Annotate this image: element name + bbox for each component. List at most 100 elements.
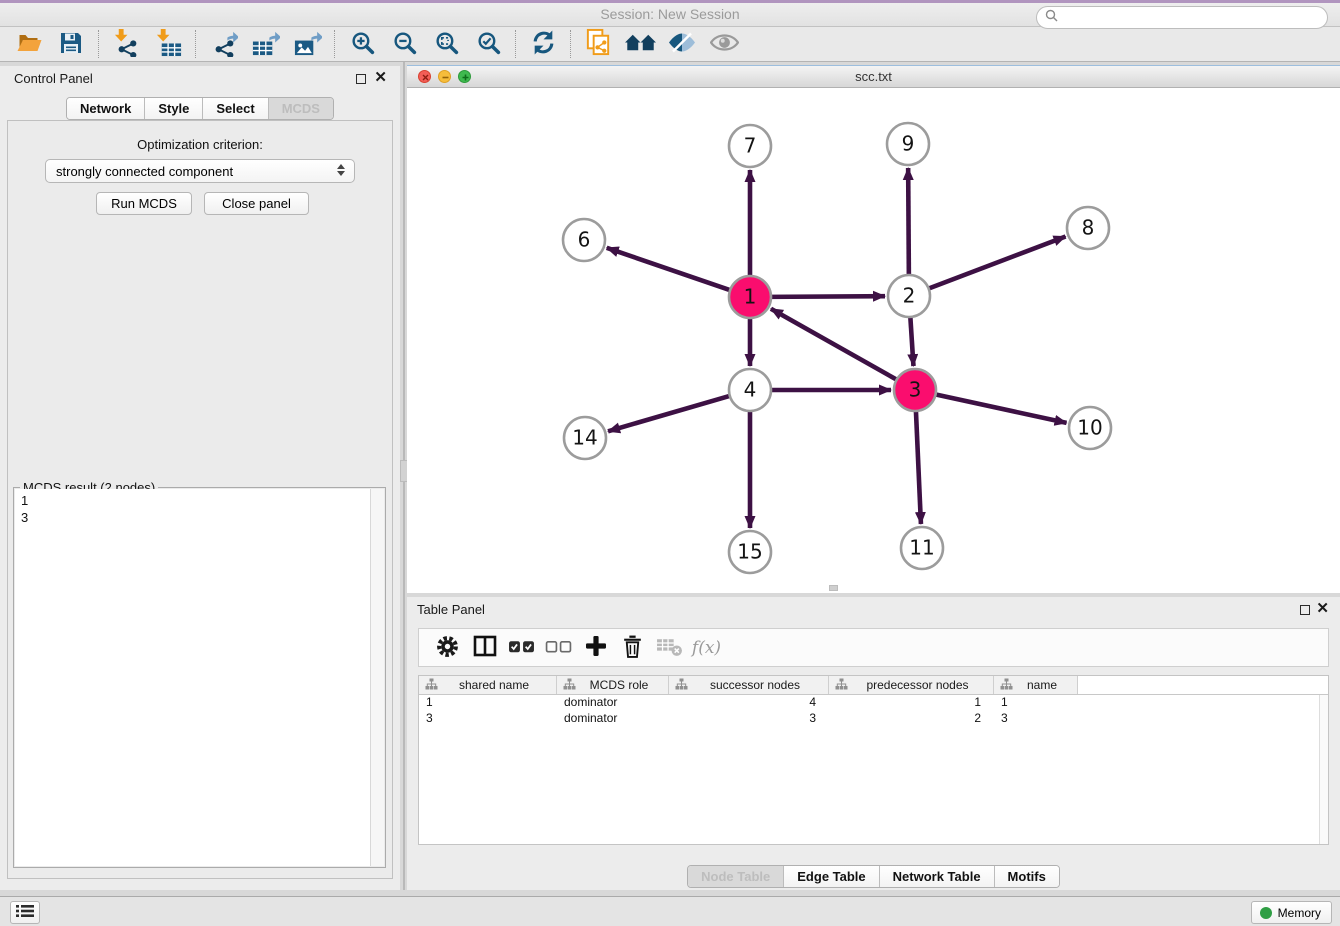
criterion-dropdown[interactable]: strongly connected component xyxy=(45,159,355,183)
column-header-MCDS-role[interactable]: MCDS role xyxy=(557,676,669,694)
cell-MCDS-role[interactable]: dominator xyxy=(557,711,669,727)
table-scrollbar[interactable] xyxy=(1319,695,1328,844)
export-image-button[interactable] xyxy=(286,28,328,60)
table-panel-titlebar: Table Panel ✕ xyxy=(407,597,1340,623)
graph-node-6[interactable]: 6 xyxy=(563,219,605,261)
save-session-button[interactable] xyxy=(50,28,92,60)
table-tab-node-table[interactable]: Node Table xyxy=(688,866,784,887)
export-table-button[interactable] xyxy=(244,28,286,60)
birds-eye-view-icon xyxy=(625,30,656,58)
search-input[interactable] xyxy=(1063,9,1327,27)
graph-node-1[interactable]: 1 xyxy=(729,276,771,318)
edge-2-8[interactable] xyxy=(927,237,1066,290)
table-settings-button[interactable] xyxy=(429,632,466,664)
close-panel-button[interactable]: Close panel xyxy=(204,192,309,215)
column-header-shared-name[interactable]: shared name xyxy=(419,676,557,694)
mcds-result-area[interactable]: 13 xyxy=(15,489,384,866)
deselect-all-rows-button[interactable] xyxy=(540,632,577,664)
cell-successor-nodes[interactable]: 4 xyxy=(669,695,829,711)
birds-eye-view-button[interactable] xyxy=(619,28,661,60)
zoom-out-icon xyxy=(392,30,417,58)
tab-network[interactable]: Network xyxy=(67,98,145,119)
dropdown-stepper-icon xyxy=(337,164,345,176)
zoom-selected-button[interactable] xyxy=(467,28,509,60)
open-session-button[interactable] xyxy=(8,28,50,60)
cell-name[interactable]: 3 xyxy=(994,711,1078,727)
table-tab-edge-table[interactable]: Edge Table xyxy=(784,866,879,887)
import-table-button[interactable] xyxy=(147,28,189,60)
graph-node-14[interactable]: 14 xyxy=(564,417,606,459)
zoom-in-button[interactable] xyxy=(341,28,383,60)
show-all-button[interactable] xyxy=(703,28,745,60)
tab-style[interactable]: Style xyxy=(145,98,203,119)
edge-1-2[interactable] xyxy=(769,296,885,297)
tab-mcds[interactable]: MCDS xyxy=(269,98,333,119)
table-panel-close-button[interactable]: ✕ xyxy=(1316,600,1329,618)
canvas-scroll-handle[interactable] xyxy=(829,585,838,591)
split-columns-button[interactable] xyxy=(466,632,503,664)
search-box[interactable] xyxy=(1036,6,1328,29)
tab-select[interactable]: Select xyxy=(203,98,268,119)
graph-node-9[interactable]: 9 xyxy=(887,123,929,165)
delete-row-button[interactable] xyxy=(614,632,651,664)
refresh-view-button[interactable] xyxy=(522,28,564,60)
cell-MCDS-role[interactable]: dominator xyxy=(557,695,669,711)
table-row[interactable]: 3dominator323 xyxy=(419,711,1328,727)
edge-4-14[interactable] xyxy=(608,395,732,431)
column-header-successor-nodes[interactable]: successor nodes xyxy=(669,676,829,694)
graph-node-11[interactable]: 11 xyxy=(901,527,943,569)
table-toolbar: f(x) xyxy=(418,628,1329,667)
run-mcds-button[interactable]: Run MCDS xyxy=(96,192,192,215)
cytoscape-app: Session: New Session Control Panel ✕ Net… xyxy=(0,0,1340,926)
network-canvas[interactable]: 7 9 6 8 1 2 4 3 14 10 15 11 xyxy=(407,88,1340,593)
graph-node-3[interactable]: 3 xyxy=(894,369,936,411)
graph-node-2[interactable]: 2 xyxy=(888,275,930,317)
edge-2-9[interactable] xyxy=(908,168,909,277)
export-network-icon xyxy=(209,28,238,60)
zoom-fit-button[interactable] xyxy=(425,28,467,60)
graph-node-8[interactable]: 8 xyxy=(1067,207,1109,249)
table-tab-network-table[interactable]: Network Table xyxy=(880,866,995,887)
zoom-out-button[interactable] xyxy=(383,28,425,60)
column-header-predecessor-nodes[interactable]: predecessor nodes xyxy=(829,676,994,694)
table-panel-float-button[interactable] xyxy=(1300,605,1310,615)
graph-node-15[interactable]: 15 xyxy=(729,531,771,573)
column-header-name[interactable]: name xyxy=(994,676,1078,694)
svg-text:8: 8 xyxy=(1082,216,1095,240)
panel-splitter[interactable] xyxy=(403,62,405,890)
cell-predecessor-nodes[interactable]: 2 xyxy=(829,711,994,727)
control-panel-close-button[interactable]: ✕ xyxy=(374,69,387,87)
cell-predecessor-nodes[interactable]: 1 xyxy=(829,695,994,711)
table-row[interactable]: 1dominator411 xyxy=(419,695,1328,711)
cell-name[interactable]: 1 xyxy=(994,695,1078,711)
edge-2-3[interactable] xyxy=(910,315,913,366)
add-column-button[interactable] xyxy=(577,632,614,664)
svg-text:10: 10 xyxy=(1077,416,1102,440)
edge-3-1[interactable] xyxy=(771,309,899,381)
svg-text:3: 3 xyxy=(909,378,922,402)
toolbar-separator xyxy=(195,30,196,58)
cell-shared-name[interactable]: 3 xyxy=(419,711,557,727)
cell-successor-nodes[interactable]: 3 xyxy=(669,711,829,727)
hide-selection-button[interactable] xyxy=(661,28,703,60)
control-panel-float-button[interactable] xyxy=(356,74,366,84)
edge-1-6[interactable] xyxy=(607,248,732,291)
memory-label: Memory xyxy=(1278,906,1321,920)
import-network-button[interactable] xyxy=(105,28,147,60)
select-all-rows-button[interactable] xyxy=(503,632,540,664)
table-tab-motifs[interactable]: Motifs xyxy=(995,866,1059,887)
export-network-button[interactable] xyxy=(202,28,244,60)
edge-3-11[interactable] xyxy=(916,409,921,524)
graph-node-4[interactable]: 4 xyxy=(729,369,771,411)
memory-status-icon xyxy=(1260,907,1272,919)
clone-network-button[interactable] xyxy=(577,28,619,60)
graph-node-10[interactable]: 10 xyxy=(1069,407,1111,449)
cell-shared-name[interactable]: 1 xyxy=(419,695,557,711)
edge-3-10[interactable] xyxy=(934,394,1067,423)
graph-node-7[interactable]: 7 xyxy=(729,125,771,167)
memory-button[interactable]: Memory xyxy=(1251,901,1332,924)
task-history-button[interactable] xyxy=(10,901,40,924)
control-panel-tabs: NetworkStyleSelectMCDS xyxy=(0,97,400,120)
mcds-result-scrollbar[interactable] xyxy=(370,489,384,866)
svg-text:15: 15 xyxy=(737,540,762,564)
